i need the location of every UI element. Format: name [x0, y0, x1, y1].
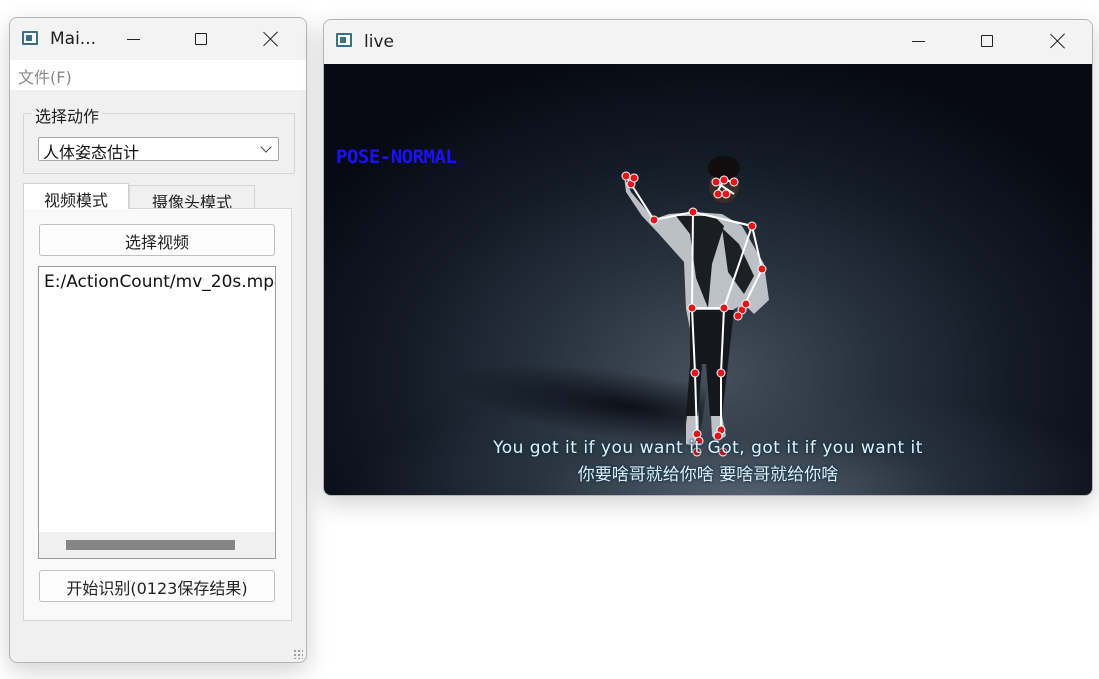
minimize-icon	[126, 38, 140, 40]
action-groupbox: 选择动作 人体姿态估计	[23, 103, 295, 174]
close-button[interactable]	[248, 18, 294, 60]
chevron-down-icon	[260, 141, 272, 153]
start-recognition-button[interactable]: 开始识别(0123保存结果)	[39, 570, 275, 602]
file-listbox[interactable]: E:/ActionCount/mv_20s.mp4	[38, 266, 276, 559]
scrollbar-thumb[interactable]	[66, 540, 235, 550]
app-window-icon	[336, 33, 352, 47]
maximize-icon	[195, 33, 207, 45]
main-window: Mai... 文件(F) 选择动作 人体姿态估计 视频模式 摄像头模式 选择视频…	[9, 17, 307, 663]
action-combobox[interactable]: 人体姿态估计	[38, 137, 279, 162]
maximize-icon	[981, 35, 993, 47]
live-titlebar[interactable]: live	[324, 20, 1092, 64]
action-combobox-value: 人体姿态估计	[43, 143, 140, 162]
horizontal-scrollbar[interactable]	[39, 532, 275, 558]
maximize-button[interactable]	[178, 18, 224, 60]
subtitle-english: You got it if you want it Got, got it if…	[493, 438, 923, 458]
resize-grip-icon[interactable]	[293, 649, 303, 659]
close-icon	[263, 31, 279, 47]
select-video-button[interactable]: 选择视频	[39, 224, 275, 256]
maximize-button[interactable]	[964, 20, 1010, 62]
main-titlebar[interactable]: Mai...	[10, 18, 306, 60]
action-group-title: 选择动作	[32, 103, 103, 127]
tab-camera-mode[interactable]: 摄像头模式	[129, 185, 255, 212]
close-button[interactable]	[1035, 20, 1081, 62]
pose-overlay	[621, 156, 769, 457]
main-window-title: Mai...	[50, 29, 97, 49]
pose-status-label: POSE-NORMAL	[336, 146, 457, 168]
minimize-button[interactable]	[110, 18, 156, 60]
list-item[interactable]: E:/ActionCount/mv_20s.mp4	[44, 272, 275, 292]
subtitle-chinese: 你要啥哥就给你啥 要啥哥就给你啥	[577, 465, 839, 485]
live-window-title: live	[364, 32, 394, 52]
video-frame: POSE-NORMAL You got it if you want it Go…	[324, 64, 1092, 495]
menubar: 文件(F)	[10, 60, 306, 90]
tab-video-mode[interactable]: 视频模式	[23, 183, 129, 210]
app-window-icon	[22, 31, 38, 45]
minimize-icon	[911, 40, 925, 42]
minimize-button[interactable]	[895, 20, 941, 62]
close-icon	[1050, 33, 1066, 49]
menu-file[interactable]: 文件(F)	[18, 64, 72, 88]
live-window: live POSE-NORMAL You got it if you want …	[323, 19, 1093, 496]
video-mode-pane: 选择视频 E:/ActionCount/mv_20s.mp4 开始识别(0123…	[23, 208, 292, 621]
